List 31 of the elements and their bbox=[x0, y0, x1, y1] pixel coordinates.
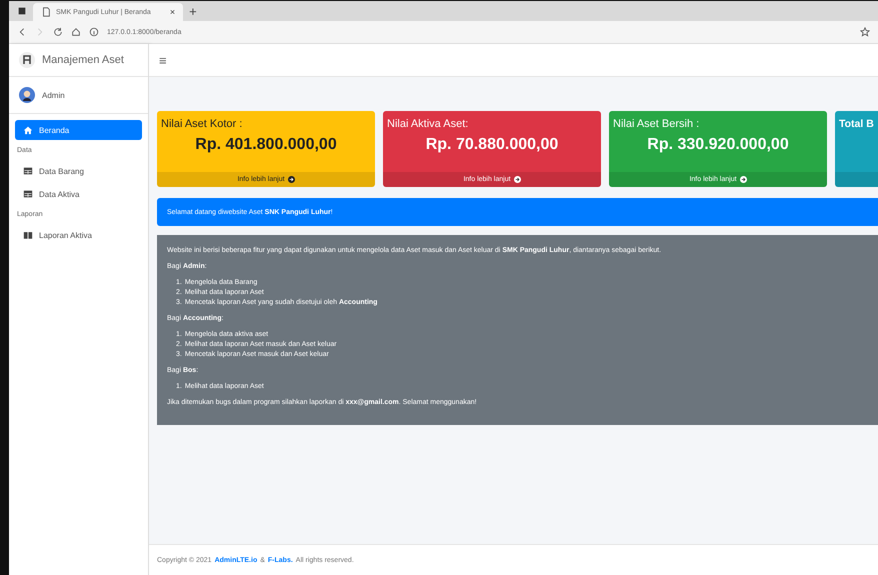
card-value: Rp. 70.880.000,00 bbox=[424, 135, 560, 155]
table-icon bbox=[23, 166, 33, 176]
favorite-icon[interactable] bbox=[860, 27, 870, 37]
card-title: Nilai Aset Kotor : bbox=[160, 117, 244, 130]
card-title: Nilai Aktiva Aset: bbox=[386, 117, 470, 130]
arrow-circle-icon bbox=[288, 176, 295, 183]
arrow-circle-icon bbox=[514, 176, 521, 183]
home-icon bbox=[23, 125, 33, 135]
nav-item[interactable]: Beranda bbox=[15, 120, 142, 140]
nav-item[interactable]: Data Barang bbox=[15, 161, 142, 181]
tab-actions-icon[interactable] bbox=[17, 6, 27, 16]
home-icon[interactable] bbox=[71, 27, 81, 37]
card-value: Rp. 330.920.000,00 bbox=[646, 135, 790, 155]
tab-close-button[interactable]: × bbox=[170, 7, 176, 17]
table-icon bbox=[23, 189, 33, 199]
reload-icon[interactable] bbox=[53, 27, 63, 37]
card-title: Total B bbox=[838, 117, 875, 130]
info-icon bbox=[89, 27, 99, 37]
nav-item[interactable]: Data Aktiva bbox=[15, 184, 142, 204]
brand-name[interactable]: Manajemen Aset bbox=[42, 54, 124, 66]
brand-logo-icon bbox=[19, 52, 35, 68]
avatar-icon bbox=[19, 87, 35, 103]
nav-item[interactable]: Laporan Aktiva bbox=[15, 225, 142, 245]
new-tab-button[interactable]: + bbox=[189, 4, 197, 18]
card-value: Rp. 401.800.000,00 bbox=[194, 135, 338, 155]
menu-button[interactable]: ≡ bbox=[159, 52, 167, 68]
user-name[interactable]: Admin bbox=[42, 90, 65, 100]
page-icon bbox=[41, 7, 51, 17]
back-icon[interactable] bbox=[17, 27, 27, 37]
arrow-circle-icon bbox=[740, 176, 747, 183]
card-title: Nilai Aset Bersih : bbox=[612, 117, 700, 130]
